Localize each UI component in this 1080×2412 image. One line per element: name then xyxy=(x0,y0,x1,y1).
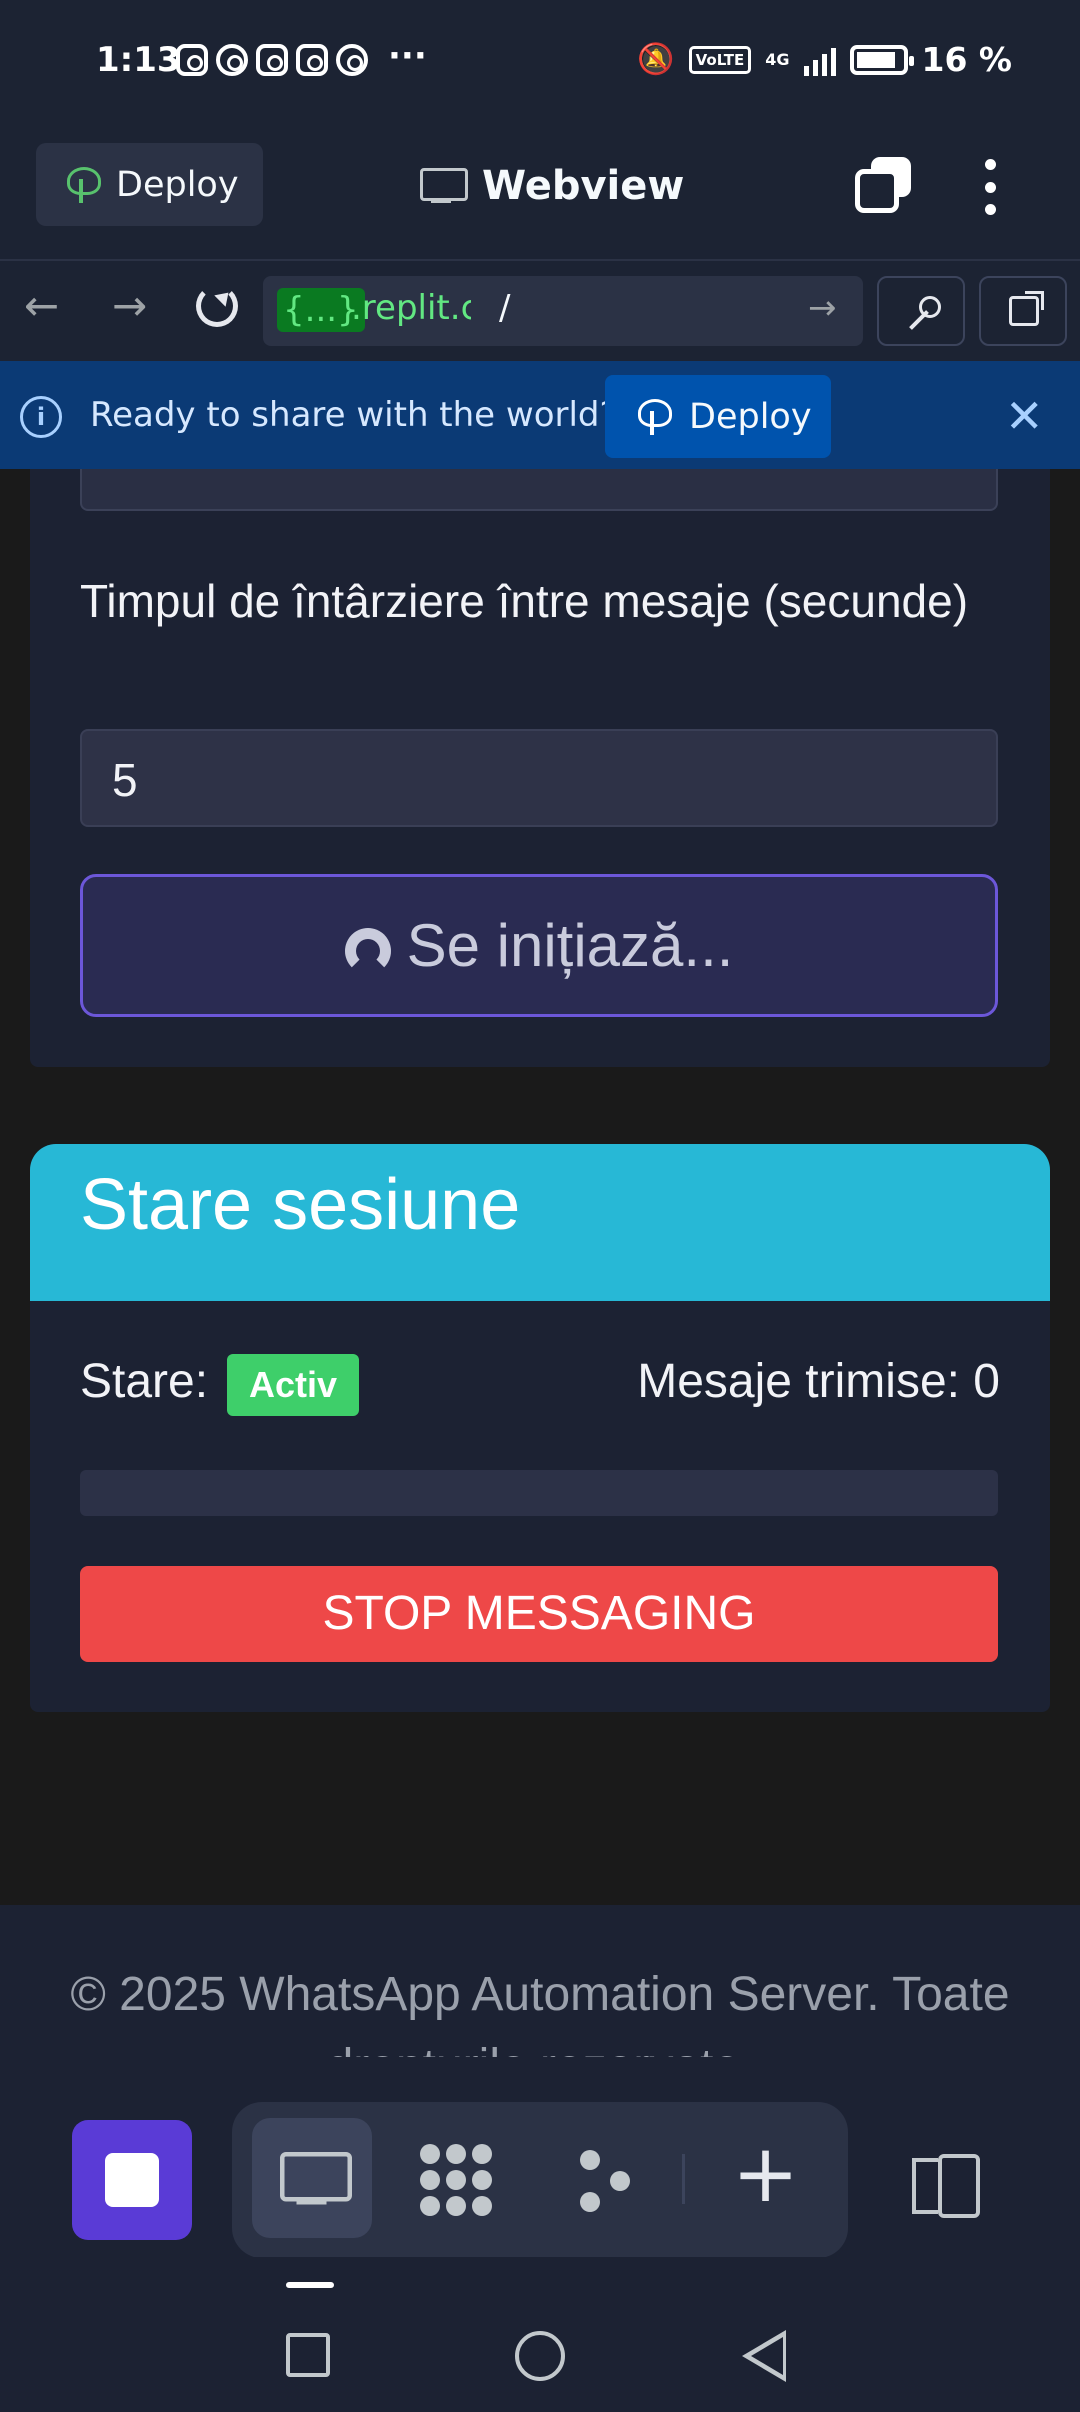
open-new-tab-button[interactable] xyxy=(979,276,1067,346)
status-right: 🔕 VoLTE 4G 16 % xyxy=(637,40,1012,79)
url-path: / xyxy=(499,288,511,328)
packages-dock-icon[interactable] xyxy=(420,2144,492,2216)
whatsapp-icon xyxy=(336,44,368,76)
more-menu-icon[interactable] xyxy=(975,159,1005,215)
add-tab-icon[interactable]: + xyxy=(732,2134,799,2214)
battery-level: 16 % xyxy=(921,40,1012,79)
stop-run-button[interactable] xyxy=(72,2120,192,2240)
progress-bar xyxy=(80,1470,998,1516)
signal-icon xyxy=(803,44,836,76)
delay-input[interactable]: 5 xyxy=(80,729,998,827)
url-host: .replit.c xyxy=(351,288,471,328)
wrench-icon xyxy=(907,296,941,330)
git-dock-icon[interactable] xyxy=(570,2144,642,2216)
more-notifications: ··· xyxy=(388,36,427,76)
monitor-icon xyxy=(280,2152,352,2206)
devtools-button[interactable] xyxy=(877,276,965,346)
webview-tab-title: Webview xyxy=(420,163,684,209)
close-icon[interactable]: ✕ xyxy=(1005,389,1044,443)
notification-icons xyxy=(176,44,368,76)
deploy-label: Deploy xyxy=(116,164,239,205)
replit-toolbar: Deploy Webview xyxy=(0,125,1080,261)
dock-tabs: + xyxy=(232,2102,848,2258)
deploy-button[interactable]: Deploy xyxy=(36,143,263,226)
start-button-label: Se inițiază... xyxy=(406,912,734,979)
status-time: 1:13 xyxy=(96,40,181,80)
panels-icon[interactable] xyxy=(912,2154,980,2218)
start-button[interactable]: Se inițiază... xyxy=(80,874,998,1017)
status-row: Stare: Activ Mesaje trimise: 0 xyxy=(80,1354,1000,1424)
banner-deploy-label: Deploy xyxy=(689,396,812,437)
delay-label: Timpul de întârziere între mesaje (secun… xyxy=(80,575,969,627)
banner-deploy-button[interactable]: Deploy xyxy=(605,375,831,458)
deploy-icon xyxy=(635,398,672,435)
stop-messaging-button[interactable]: STOP MESSAGING xyxy=(80,1566,998,1662)
settings-card: Timpul de întârziere între mesaje (secun… xyxy=(30,469,1050,1067)
network-type: 4G xyxy=(765,50,790,69)
session-card: Stare sesiune Stare: Activ Mesaje trimis… xyxy=(30,1144,1050,1712)
url-input[interactable]: {...} .replit.c / → xyxy=(263,276,863,346)
webview-dock-button[interactable] xyxy=(252,2118,372,2238)
recent-apps-icon[interactable] xyxy=(286,2333,330,2377)
volte-badge: VoLTE xyxy=(688,45,752,74)
back-arrow-icon[interactable]: ← xyxy=(24,281,59,330)
back-icon[interactable] xyxy=(742,2330,786,2382)
bottom-dock: + xyxy=(0,2057,1080,2258)
nav-indicator xyxy=(286,2282,334,2288)
reload-icon[interactable] xyxy=(196,285,238,327)
status-label: Stare: xyxy=(80,1355,209,1408)
session-title: Stare sesiune xyxy=(80,1165,521,1245)
system-nav-bar xyxy=(0,2257,1080,2412)
url-bar: ← → {...} .replit.c / → xyxy=(0,261,1080,361)
monitor-icon xyxy=(420,168,468,204)
tabs-switcher-icon[interactable] xyxy=(855,157,911,213)
status-bar: 1:13 ··· 🔕 VoLTE 4G 16 % xyxy=(0,0,1080,125)
webview-label: Webview xyxy=(482,163,685,209)
external-link-icon xyxy=(1009,291,1044,326)
deploy-banner: i Ready to share with the world? Deploy … xyxy=(0,361,1080,469)
go-arrow-icon[interactable]: → xyxy=(808,288,837,328)
message-textarea[interactable] xyxy=(80,469,998,511)
status-badge: Activ xyxy=(227,1354,360,1416)
mute-icon: 🔕 xyxy=(637,42,675,77)
dock-divider xyxy=(682,2154,685,2204)
session-card-header: Stare sesiune xyxy=(30,1144,1050,1301)
a-circle-icon xyxy=(216,44,248,76)
spinner-icon xyxy=(344,927,391,974)
page-footer: © 2025 WhatsApp Automation Server. Toate… xyxy=(0,1905,1080,2057)
messages-sent-count: Mesaje trimise: 0 xyxy=(637,1355,1000,1408)
instagram-icon xyxy=(256,44,288,76)
instagram-icon xyxy=(296,44,328,76)
home-icon[interactable] xyxy=(515,2331,565,2381)
banner-message: Ready to share with the world? xyxy=(90,395,618,435)
deploy-icon xyxy=(64,166,101,203)
info-icon: i xyxy=(20,396,62,438)
battery-icon xyxy=(849,44,914,75)
footer-text: © 2025 WhatsApp Automation Server. Toate… xyxy=(70,1968,1010,2057)
instagram-icon xyxy=(176,44,208,76)
forward-arrow-icon[interactable]: → xyxy=(112,281,147,330)
